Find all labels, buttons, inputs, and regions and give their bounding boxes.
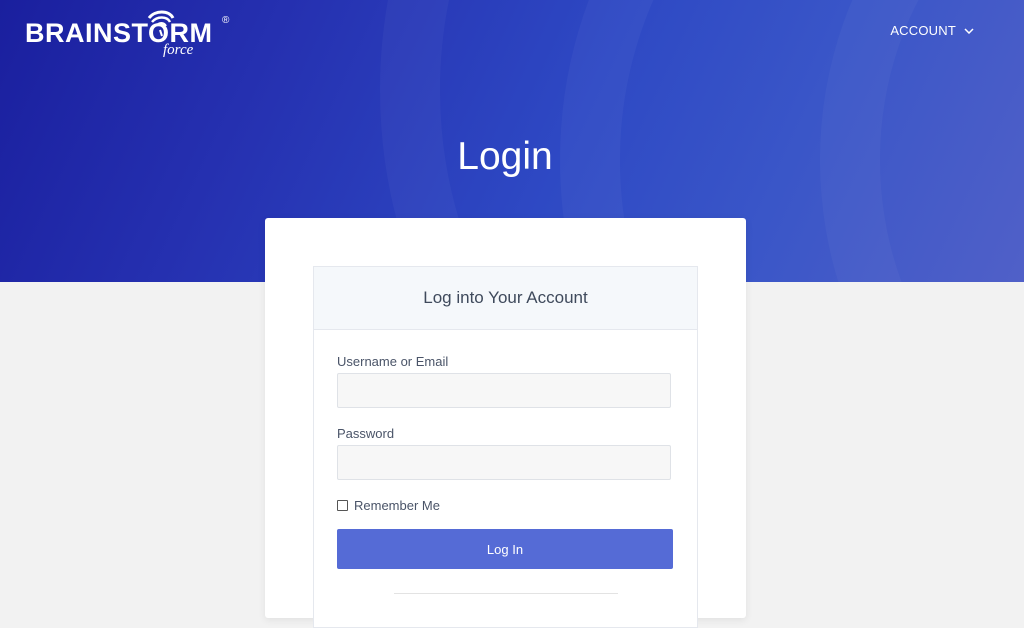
- account-menu[interactable]: ACCOUNT: [890, 23, 974, 38]
- page-title: Login: [457, 135, 553, 178]
- username-input[interactable]: [337, 373, 671, 408]
- login-panel: Log into Your Account Username or Email …: [313, 266, 698, 628]
- login-heading: Log into Your Account: [423, 288, 588, 307]
- brand-subtitle: force: [163, 42, 194, 58]
- password-input[interactable]: [337, 445, 671, 480]
- remember-me-checkbox[interactable]: [337, 500, 348, 511]
- divider: [394, 593, 618, 594]
- storm-swirl-icon: [147, 10, 175, 37]
- login-panel-header: Log into Your Account: [314, 267, 697, 330]
- account-menu-label: ACCOUNT: [890, 23, 956, 38]
- username-label: Username or Email: [337, 354, 449, 369]
- chevron-down-icon: [964, 27, 974, 34]
- login-button[interactable]: Log In: [337, 529, 673, 569]
- brand-logo[interactable]: BRAINSTORM force ®: [25, 8, 235, 58]
- remember-me-row[interactable]: Remember Me: [337, 498, 440, 513]
- remember-me-label: Remember Me: [354, 498, 440, 513]
- registered-mark: ®: [222, 15, 230, 26]
- login-card: Log into Your Account Username or Email …: [265, 218, 746, 628]
- password-label: Password: [337, 426, 395, 441]
